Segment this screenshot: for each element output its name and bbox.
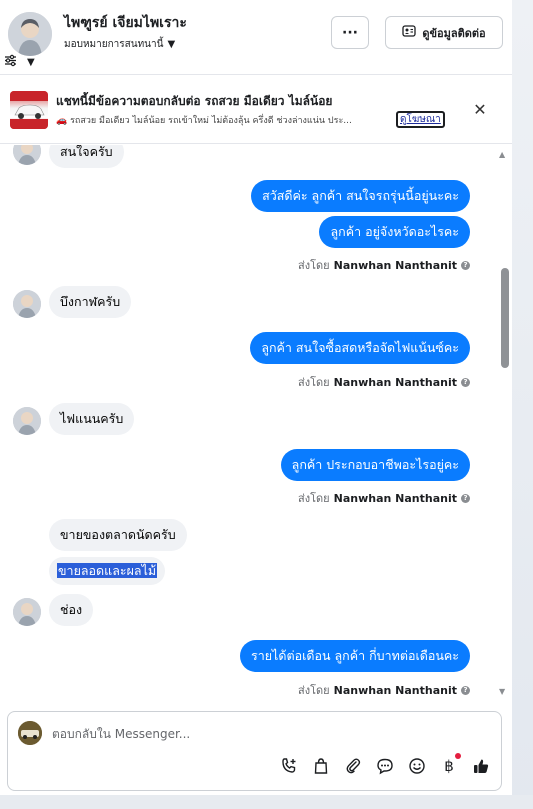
message-list[interactable]: สนใจครับ สวัสดีค่ะ ลูกค้า สนใจรถรุ่นนี้อ… xyxy=(0,145,512,701)
info-icon[interactable]: ? xyxy=(461,377,470,387)
ad-reply-banner: แชทนี้มีข้อความตอบกลับต่อ รถสวย มือเดียว… xyxy=(0,74,512,144)
paperclip-icon[interactable] xyxy=(343,756,363,776)
sender-name: Nanwhan Nanthanit xyxy=(333,491,457,505)
sender-avatar xyxy=(13,598,41,626)
incoming-message[interactable]: ช่อง xyxy=(49,594,94,626)
outgoing-message[interactable]: ลูกค้า ประกอบอาชีพอะไรอยู่คะ xyxy=(280,449,470,481)
close-icon[interactable]: ✕ xyxy=(470,99,490,119)
chat-bubble-icon[interactable] xyxy=(375,756,395,776)
selected-text[interactable]: ขายลอดและผลไม้ xyxy=(57,563,158,578)
caret-down-icon: ▼ xyxy=(167,39,176,50)
outgoing-message[interactable]: สวัสดีค่ะ ลูกค้า สนใจรถรุ่นนี้อยู่นะคะ xyxy=(251,180,470,212)
baht-symbol: ฿ xyxy=(444,757,454,775)
sender-name: Nanwhan Nanthanit xyxy=(333,375,457,389)
reply-input[interactable] xyxy=(52,724,452,744)
incoming-message[interactable]: ไฟแนนครับ xyxy=(49,403,135,435)
view-contact-info-button[interactable]: ดูข้อมูลติดต่อ xyxy=(385,16,503,49)
ad-title: แชทนี้มีข้อความตอบกลับต่อ รถสวย มือเดียว… xyxy=(56,94,333,108)
page-background-bottom xyxy=(0,795,533,809)
scroll-up-arrow[interactable]: ▲ xyxy=(499,150,505,159)
ad-description: 🚗 รถสวย มือเดียว ไมล์น้อย รถเข้าใหม่ ไม่… xyxy=(56,116,352,126)
message-composer: ฿ xyxy=(7,711,502,791)
composer-toolbar: ฿ xyxy=(279,753,491,776)
sent-by-label: ส่งโดย Nanwhan Nanthanit ? xyxy=(298,489,470,507)
scroll-down-arrow[interactable]: ▼ xyxy=(499,687,505,696)
info-icon[interactable]: ? xyxy=(461,685,470,695)
assign-label: มอบหมายการสนทนานี้ xyxy=(64,39,164,50)
incoming-message-selected[interactable]: ขายลอดและผลไม้ xyxy=(49,557,166,585)
sent-by-label: ส่งโดย Nanwhan Nanthanit ? xyxy=(298,681,470,699)
outgoing-message[interactable]: ลูกค้า สนใจซื้อสดหรือจัดไฟแน้นซ์คะ xyxy=(250,332,470,364)
conversation-header: ไพฑูรย์ เจียมไพเราะ มอบหมายการสนทนานี้ ▼… xyxy=(0,0,512,72)
filter-control[interactable]: ▼ xyxy=(4,54,35,70)
outgoing-message[interactable]: ลูกค้า อยู่จังหวัดอะไรคะ xyxy=(319,216,470,248)
conversation-panel: ไพฑูรย์ เจียมไพเราะ มอบหมายการสนทนานี้ ▼… xyxy=(0,0,512,795)
view-contact-info-label: ดูข้อมูลติดต่อ xyxy=(422,26,486,40)
view-ad-link[interactable]: ดูโฆษณา xyxy=(396,111,445,128)
more-options-button[interactable]: ··· xyxy=(331,16,369,49)
ad-thumbnail[interactable] xyxy=(10,91,48,129)
sent-by-label: ส่งโดย Nanwhan Nanthanit ? xyxy=(298,256,470,274)
phone-add-icon[interactable] xyxy=(279,756,299,776)
assign-conversation-dropdown[interactable]: มอบหมายการสนทนานี้ ▼ xyxy=(64,37,175,52)
sent-by-prefix: ส่งโดย xyxy=(298,492,330,505)
contact-card-icon xyxy=(402,25,416,40)
sender-avatar xyxy=(13,290,41,318)
sent-by-prefix: ส่งโดย xyxy=(298,684,330,697)
sender-avatar xyxy=(13,407,41,435)
scrollbar-thumb[interactable] xyxy=(501,268,509,368)
sent-by-prefix: ส่งโดย xyxy=(298,259,330,272)
sent-by-label: ส่งโดย Nanwhan Nanthanit ? xyxy=(298,373,470,391)
notification-dot xyxy=(455,753,461,759)
emoji-icon[interactable] xyxy=(407,756,427,776)
contact-avatar[interactable] xyxy=(8,12,52,56)
thumbs-up-icon[interactable] xyxy=(471,756,491,776)
outgoing-message[interactable]: รายได้ต่อเดือน ลูกค้า กี่บาทต่อเดือนคะ xyxy=(240,640,470,672)
caret-down-icon: ▼ xyxy=(27,56,35,68)
sender-name: Nanwhan Nanthanit xyxy=(333,683,457,697)
sliders-icon xyxy=(4,54,17,70)
info-icon[interactable]: ? xyxy=(461,493,470,503)
incoming-message[interactable]: สนใจครับ xyxy=(49,145,124,168)
page-background-right xyxy=(512,0,533,809)
info-icon[interactable]: ? xyxy=(461,260,470,270)
incoming-message[interactable]: ขายของตลาดนัดครับ xyxy=(49,519,187,551)
incoming-message[interactable]: บึงกาฬครับ xyxy=(49,286,132,318)
contact-name[interactable]: ไพฑูรย์ เจียมไพเราะ xyxy=(64,12,187,34)
sender-name: Nanwhan Nanthanit xyxy=(333,258,457,272)
baht-icon[interactable]: ฿ xyxy=(439,753,461,776)
sent-by-prefix: ส่งโดย xyxy=(298,376,330,389)
sender-avatar xyxy=(13,145,41,165)
shopping-bag-icon[interactable] xyxy=(311,756,331,776)
page-avatar xyxy=(18,721,42,745)
